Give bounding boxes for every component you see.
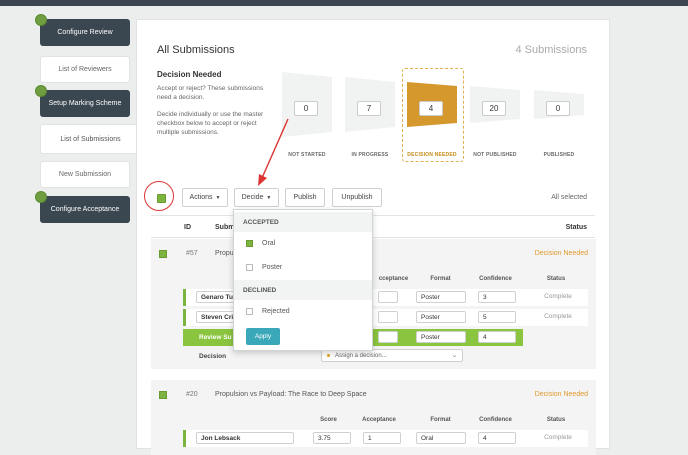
- annotation-arrow: [258, 118, 289, 186]
